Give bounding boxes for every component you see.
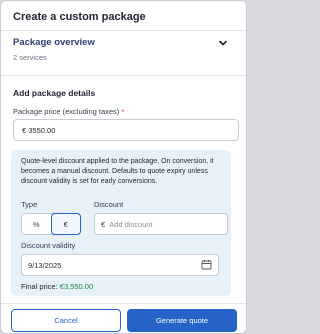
discount-label: Discount [94,200,124,209]
package-price-input[interactable]: € 3550.00 [13,119,239,141]
section-title: Add package details [13,88,96,98]
required-mark: * [121,107,125,116]
currency-symbol: € [101,219,106,229]
type-percent-option[interactable]: % [22,214,51,234]
discount-input[interactable]: € Add discount [94,213,228,235]
create-package-modal: Create a custom package Package overview… [0,0,247,334]
package-overview-accordion[interactable]: Package overview 2 services [13,37,234,65]
discount-note: Quote-level discount applied to the pack… [21,158,214,185]
header-divider [1,30,246,31]
price-label-text: Package price (excluding taxes) [13,107,120,116]
validity-value: 9/13/2025 [28,260,62,270]
modal-footer: Cancel Generate quote [1,303,246,333]
overview-title: Package overview [13,37,95,48]
validity-label: Discount validity [21,241,76,250]
final-price-value: €3,550.00 [59,282,94,291]
modal-title: Create a custom package [13,11,146,23]
discount-validity-input[interactable]: 9/13/2025 [21,254,219,276]
final-price: Final price: €3,550.00 [21,282,93,291]
generate-quote-button[interactable]: Generate quote [127,309,237,332]
final-price-label: Final price: [21,282,58,291]
discount-panel: Quote-level discount applied to the pack… [11,150,231,296]
type-label: Type [21,200,38,209]
price-label: Package price (excluding taxes) * [13,107,124,116]
chevron-down-icon[interactable] [218,38,228,48]
cancel-button[interactable]: Cancel [11,309,121,332]
calendar-icon[interactable] [201,259,212,270]
overview-divider [1,75,246,76]
type-euro-option[interactable]: € [50,213,81,235]
discount-placeholder: Add discount [109,219,153,229]
overview-subtitle: 2 services [13,53,47,62]
discount-type-toggle: % € [21,213,81,235]
